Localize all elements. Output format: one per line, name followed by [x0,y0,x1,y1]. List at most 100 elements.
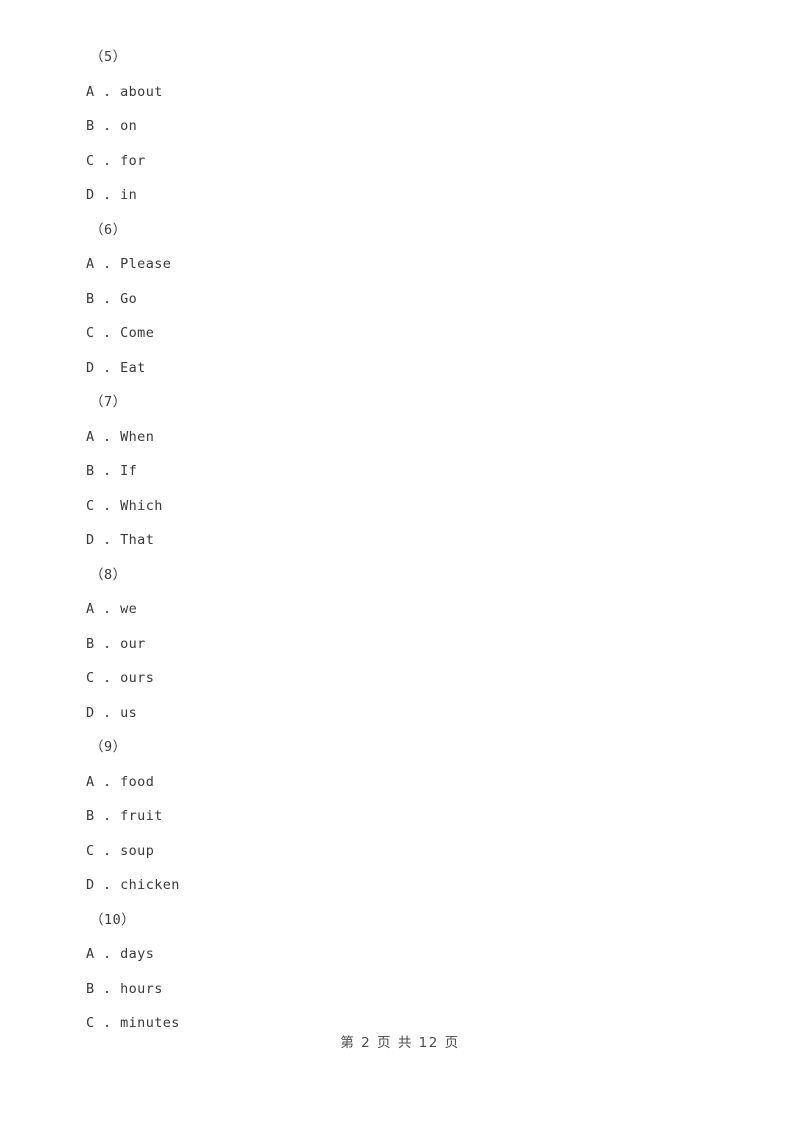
option-separator: . [94,463,121,479]
option-separator: . [94,532,121,548]
option-text: Please [120,256,172,272]
option-row: A . about [86,75,726,110]
option-row: A . we [86,592,726,627]
option-row: D . chicken [86,868,726,903]
option-letter: D [86,359,95,376]
option-text: chicken [120,877,180,893]
option-separator: . [94,808,121,824]
option-separator: . [94,1015,121,1031]
option-letter: D [86,187,95,203]
option-text: about [120,83,163,100]
option-letter: A [86,256,95,272]
option-letter: A [86,428,95,445]
option-letter: B [86,463,95,479]
option-text: days [120,946,155,962]
option-text: minutes [120,1015,180,1031]
option-row: A . food [86,765,726,800]
option-separator: . [94,497,121,514]
option-row: D . in [86,178,726,213]
option-letter: A [86,946,95,962]
question-number: （10） [90,911,136,928]
option-separator: . [94,325,121,341]
document-page: （5） A . about B . on C . for D . in （6） … [0,0,800,1132]
option-separator: . [94,877,121,893]
option-text: our [120,635,146,652]
option-text: for [120,152,146,169]
option-letter: C [86,497,95,514]
option-text: food [120,773,155,790]
option-separator: . [94,187,121,203]
option-row: C . for [86,144,726,179]
option-letter: B [86,635,95,652]
option-row: A . When [86,420,726,455]
question-group: （5） A . about B . on C . for D . in [86,40,726,213]
option-row: A . days [86,937,726,972]
option-separator: . [94,118,121,134]
option-text: Come [120,325,155,341]
question-number: （9） [90,739,127,755]
option-text: on [120,118,138,134]
option-row: B . our [86,627,726,662]
option-letter: A [86,83,95,100]
option-letter: C [86,842,95,859]
option-row: B . on [86,109,726,144]
option-row: B . fruit [86,799,726,834]
option-separator: . [94,773,121,790]
option-text: That [120,532,155,548]
option-text: soup [120,842,155,859]
option-text: When [120,428,155,445]
option-letter: B [86,980,95,997]
question-list: （5） A . about B . on C . for D . in （6） … [86,40,726,1041]
page-footer: 第 2 页 共 12 页 [340,1035,460,1051]
option-row: A . Please [86,247,726,282]
option-letter: C [86,670,95,686]
option-text: hours [120,980,163,997]
option-row: B . hours [86,972,726,1007]
option-separator: . [94,601,121,617]
option-row: C . soup [86,834,726,869]
option-letter: B [86,118,95,134]
question-group: （8） A . we B . our C . ours D . us [86,558,726,731]
option-separator: . [94,842,121,859]
option-separator: . [94,704,121,721]
option-letter: D [86,532,95,548]
option-separator: . [94,256,121,272]
option-separator: . [94,980,121,997]
option-separator: . [94,946,121,962]
option-separator: . [94,152,121,169]
question-number: （7） [90,394,127,410]
option-separator: . [94,635,121,652]
option-text: us [120,704,138,721]
option-separator: . [94,83,121,100]
option-row: D . us [86,696,726,731]
option-letter: B [86,290,95,307]
option-text: fruit [120,808,163,824]
option-separator: . [94,290,121,307]
option-text: Which [120,497,163,514]
option-letter: B [86,808,95,824]
question-group: （10） A . days B . hours C . minutes [86,903,726,1041]
question-number: （5） [90,49,127,65]
option-row: B . If [86,454,726,489]
question-group: （6） A . Please B . Go C . Come D . Eat [86,213,726,386]
option-text: we [120,601,138,617]
option-separator: . [94,670,121,686]
option-row: D . Eat [86,351,726,386]
option-row: C . ours [86,661,726,696]
option-text: in [120,187,138,203]
option-row: D . That [86,523,726,558]
option-row: C . Which [86,489,726,524]
option-letter: C [86,152,95,169]
option-separator: . [94,428,121,445]
option-text: Eat [120,359,146,376]
question-group: （7） A . When B . If C . Which D . That [86,385,726,558]
option-letter: A [86,773,95,790]
question-number: （6） [90,221,127,238]
option-row: C . Come [86,316,726,351]
question-number: （8） [90,566,127,583]
option-text: ours [120,670,155,686]
option-text: If [120,463,138,479]
option-letter: D [86,704,95,721]
option-letter: C [86,325,95,341]
option-separator: . [94,359,121,376]
